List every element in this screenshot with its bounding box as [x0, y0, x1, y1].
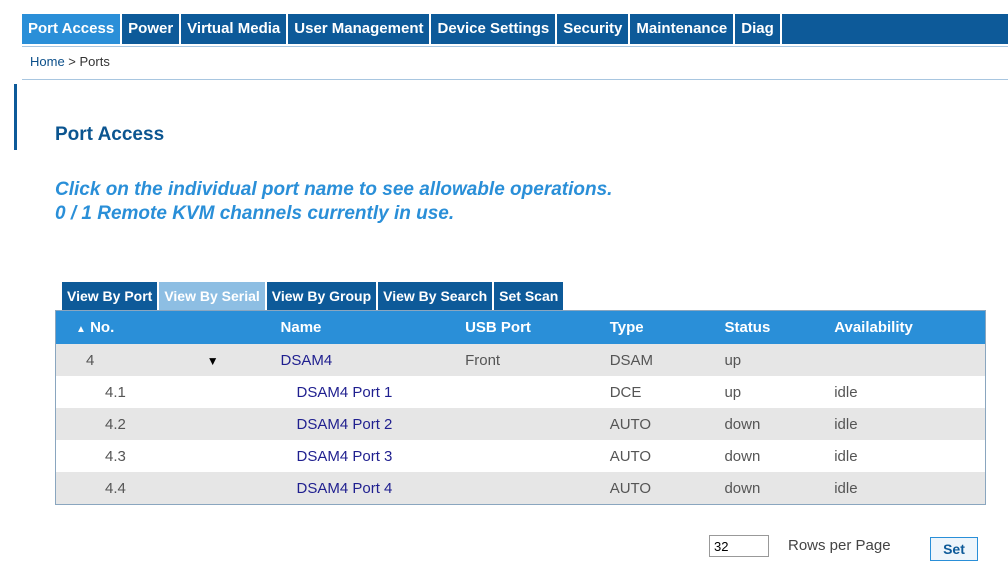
cell-status: up: [724, 383, 742, 401]
cell-type: AUTO: [609, 447, 652, 465]
cell-type: AUTO: [609, 408, 725, 440]
view-tabs: View By Port View By Serial View By Group V…: [62, 282, 566, 310]
tab-maintenance[interactable]: Maintenance: [630, 14, 736, 44]
set-rows-button[interactable]: Set: [930, 537, 978, 561]
cell-no: 4: [55, 344, 201, 376]
cell-name: DSAM4 Port 3: [281, 440, 466, 472]
tab-port-access[interactable]: Port Access: [22, 14, 123, 44]
info-line-kvm-channels: 0 / 1 Remote KVM channels currently in u…: [55, 203, 455, 224]
cell-no: 4.3: [105, 447, 126, 465]
port-name-link[interactable]: DSAM4 Port 3: [297, 448, 393, 465]
breadcrumb-separator: >: [64, 54, 80, 69]
expand-arrow-icon[interactable]: ▼: [201, 354, 219, 368]
cell-status: down: [724, 447, 761, 465]
cell-name: DSAM4: [280, 344, 466, 376]
tab-user-management[interactable]: User Management: [288, 14, 432, 44]
cell-availability: idle: [834, 383, 858, 401]
tab-view-by-group[interactable]: View By Group: [266, 282, 379, 310]
ports-table: ▲ No. Name USB Port Type Status Availabi…: [55, 310, 986, 505]
rows-per-page-input[interactable]: [709, 535, 769, 557]
table-row: 4.4 DSAM4 Port 4 AUTO down idle: [55, 472, 986, 505]
rows-per-page-label: Rows per Page: [788, 537, 891, 554]
tab-device-settings[interactable]: Device Settings: [431, 14, 558, 44]
breadcrumb-home-link[interactable]: Home: [30, 54, 65, 69]
column-usb-header[interactable]: USB Port: [465, 310, 610, 344]
column-no-header[interactable]: ▲ No.: [55, 310, 201, 344]
tab-view-by-search[interactable]: View By Search: [378, 282, 495, 310]
tab-diagnostics[interactable]: Diag: [735, 14, 782, 44]
port-name-link[interactable]: DSAM4 Port 4: [297, 480, 393, 497]
table-row: 4.1 DSAM4 Port 1 DCE up idle: [56, 376, 986, 408]
top-nav: Port Access Power Virtual Media User Manage…: [22, 14, 1008, 44]
cell-no: 4.1: [105, 383, 126, 401]
breadcrumb-current: Ports: [79, 54, 110, 69]
cell-name: DSAM4 Port 2: [280, 408, 466, 440]
cell-toggle: [201, 376, 281, 408]
cell-status: up: [724, 344, 835, 376]
cell-toggle: ▼: [200, 344, 281, 376]
port-name-link[interactable]: DSAM4: [281, 352, 333, 369]
sort-ascending-icon: ▲: [76, 324, 86, 335]
cell-status: down: [724, 408, 835, 440]
cell-toggle: [201, 440, 281, 472]
cell-name: DSAM4 Port 4: [280, 472, 466, 505]
table-row: 4.2 DSAM4 Port 2 AUTO down idle: [55, 408, 986, 440]
cell-toggle: [200, 472, 281, 505]
port-name-link[interactable]: DSAM4 Port 1: [297, 384, 393, 401]
cell-toggle: [200, 408, 281, 440]
breadcrumb-bar: Home > Ports: [22, 46, 1008, 80]
cell-usb: [465, 408, 610, 440]
column-status-header[interactable]: Status: [724, 310, 835, 344]
breadcrumb: Home > Ports: [30, 54, 110, 69]
cell-type: DSAM: [609, 344, 725, 376]
port-name-link[interactable]: DSAM4 Port 2: [297, 416, 393, 433]
tab-view-by-serial[interactable]: View By Serial: [159, 282, 267, 310]
left-divider: [14, 84, 17, 150]
cell-usb: [465, 472, 610, 505]
cell-no: 4.4: [55, 472, 201, 505]
column-name-header[interactable]: Name: [280, 310, 466, 344]
cell-name: DSAM4 Port 1: [281, 376, 466, 408]
page-title: Port Access: [55, 124, 165, 145]
tab-view-by-port[interactable]: View By Port: [62, 282, 160, 310]
cell-type: AUTO: [609, 472, 725, 505]
cell-status: down: [724, 472, 835, 505]
column-availability-header[interactable]: Availability: [834, 310, 986, 344]
column-toggle-header: [200, 310, 281, 344]
cell-availability: idle: [834, 447, 858, 465]
cell-availability: idle: [834, 472, 986, 505]
cell-usb: [465, 376, 610, 408]
cell-no: 4.2: [55, 408, 201, 440]
table-header-row: ▲ No. Name USB Port Type Status Availabi…: [55, 310, 986, 344]
cell-usb: [465, 440, 610, 472]
table-row: 4 ▼ DSAM4 Front DSAM up: [55, 344, 986, 376]
info-line-operations: Click on the individual port name to see…: [55, 179, 613, 200]
tab-security[interactable]: Security: [557, 14, 631, 44]
column-type-header[interactable]: Type: [609, 310, 725, 344]
info-message: Click on the individual port name to see…: [55, 178, 612, 226]
table-row: 4.3 DSAM4 Port 3 AUTO down idle: [56, 440, 986, 472]
cell-availability: [834, 344, 986, 376]
tab-set-scan[interactable]: Set Scan: [494, 282, 566, 310]
cell-type: DCE: [609, 383, 642, 401]
cell-usb: Front: [465, 344, 610, 376]
cell-availability: idle: [834, 408, 986, 440]
tab-power[interactable]: Power: [122, 14, 182, 44]
tab-virtual-media[interactable]: Virtual Media: [181, 14, 289, 44]
